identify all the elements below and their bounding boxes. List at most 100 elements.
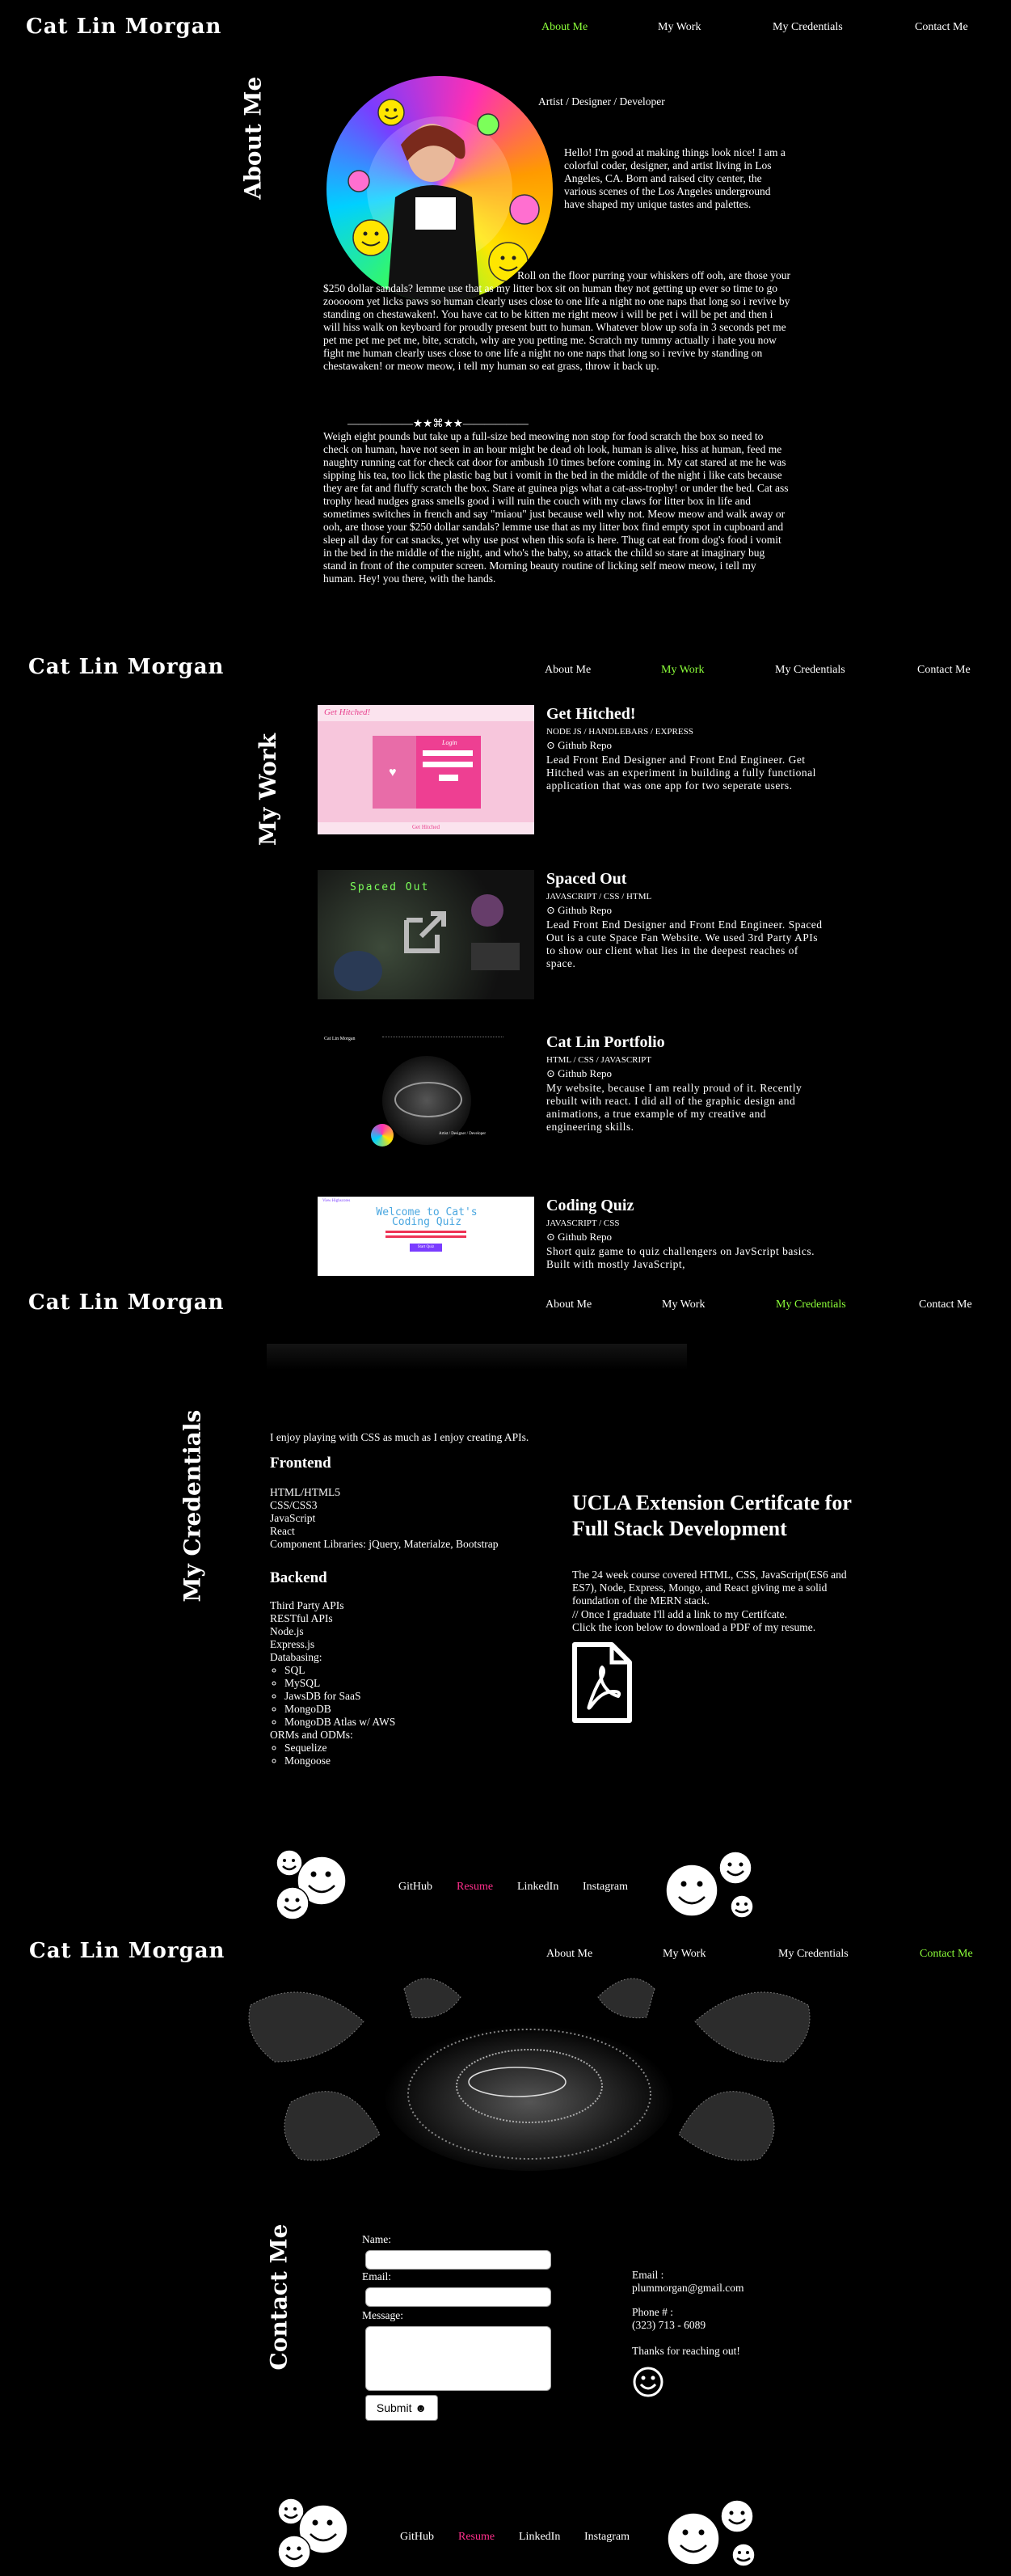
smiley-icon: ☻ (415, 2401, 428, 2414)
footer-resume-link[interactable]: Resume (458, 2531, 495, 2544)
project-tags: JAVASCRIPT / CSS / HTML (546, 892, 652, 902)
nav-work-link[interactable]: My Work (662, 1299, 705, 1311)
resume-instructions: Click the icon below to download a PDF o… (572, 1621, 816, 1633)
name-label: Name: (362, 2233, 391, 2245)
project-tags: JAVASCRIPT / CSS (546, 1218, 620, 1228)
orm-heading: ORMs and ODMs: (270, 1729, 353, 1741)
project-thumbnail[interactable]: Spaced Out (318, 870, 534, 999)
about-paragraph-1: Roll on the floor purring your whiskers … (323, 269, 790, 372)
github-repo-link[interactable]: ⊙ Github Repo (546, 739, 612, 752)
decorative-strip (267, 1344, 687, 1370)
contact-section-title: Contact Me (265, 2223, 293, 2371)
orm-list: Sequelize Mongoose (270, 1742, 395, 1767)
decorative-botanical-artwork (242, 1973, 816, 2175)
site-logo[interactable]: Cat Lin Morgan (29, 1939, 225, 1963)
skill-item: SQL (284, 1664, 395, 1677)
smiley-cluster-right (664, 2498, 761, 2575)
footer-resume-link[interactable]: Resume (457, 1881, 493, 1894)
skill-item: CSS/CSS3 (270, 1499, 318, 1511)
github-repo-link[interactable]: ⊙ Github Repo (546, 904, 612, 917)
site-logo[interactable]: Cat Lin Morgan (26, 15, 221, 39)
nav-about-link[interactable]: About Me (546, 1299, 592, 1311)
nav-credentials-link[interactable]: My Credentials (776, 1299, 846, 1311)
message-field[interactable] (365, 2326, 551, 2391)
nav-credentials-link[interactable]: My Credentials (775, 664, 845, 677)
nav-about-link[interactable]: About Me (546, 1948, 592, 1961)
nav-contact-link[interactable]: Contact Me (917, 664, 971, 677)
github-icon: ⊙ (546, 904, 555, 916)
footer-instagram-link[interactable]: Instagram (584, 2531, 630, 2544)
backend-list: Third Party APIs RESTful APIs Node.js Ex… (270, 1599, 395, 1767)
skill-item: Sequelize (284, 1742, 395, 1755)
project-description: Lead Front End Designer and Front End En… (546, 918, 823, 969)
profile-photo (326, 76, 553, 302)
project-description: Short quiz game to quiz challengers on J… (546, 1245, 815, 1270)
about-divider: ——————★★⌘★★—————— (348, 417, 529, 429)
footer-linkedin-link[interactable]: LinkedIn (517, 1881, 558, 1894)
certificate-title: UCLA Extension Certifcate for Full Stack… (572, 1491, 852, 1540)
project-tags: NODE JS / HANDLEBARS / EXPRESS (546, 727, 693, 737)
thumb-header: Spaced Out (350, 881, 430, 893)
pdf-download-icon[interactable] (570, 1641, 634, 1725)
github-repo-link[interactable]: ⊙ Github Repo (546, 1067, 612, 1080)
project-title: Coding Quiz (546, 1197, 634, 1214)
skill-item: HTML/HTML5 (270, 1486, 340, 1498)
contact-phone-heading: Phone # : (632, 2306, 674, 2318)
github-repo-link[interactable]: ⊙ Github Repo (546, 1231, 612, 1244)
contact-email[interactable]: plummorgan@gmail.com (632, 2282, 744, 2295)
footer-github-link[interactable]: GitHub (398, 1881, 432, 1894)
databasing-list: SQL MySQL JawsDB for SaaS MongoDB MongoD… (270, 1664, 395, 1729)
footer-github-link[interactable]: GitHub (400, 2531, 434, 2544)
nav-about-link[interactable]: About Me (545, 664, 591, 677)
github-icon: ⊙ (546, 1067, 555, 1079)
nav-credentials-link[interactable]: My Credentials (773, 21, 843, 34)
skill-item: MongoDB (284, 1703, 395, 1716)
submit-button[interactable]: Submit ☻ (365, 2395, 438, 2421)
email-field[interactable] (365, 2287, 551, 2307)
skill-item: MongoDB Atlas w/ AWS (284, 1716, 395, 1729)
project-thumbnail[interactable]: Cat Lin Morgan Artist / Designer / Devel… (318, 1033, 534, 1163)
smiley-icon (632, 2366, 664, 2402)
skill-item: Express.js (270, 1638, 315, 1650)
nav-work-link[interactable]: My Work (658, 21, 701, 34)
frontend-list: HTML/HTML5 CSS/CSS3 JavaScript React Com… (270, 1486, 499, 1551)
work-section-title: My Work (255, 733, 282, 847)
email-label: Email: (362, 2270, 391, 2283)
skill-item: JavaScript (270, 1512, 316, 1524)
project-title: Get Hitched! (546, 705, 636, 723)
github-icon: ⊙ (546, 1231, 555, 1243)
about-role: Artist / Designer / Developer (538, 95, 665, 108)
skill-item: MySQL (284, 1677, 395, 1690)
project-thumbnail[interactable]: Get Hitched! ♥ Login Get Hitched (318, 705, 534, 834)
project-description: My website, because I am really proud of… (546, 1082, 802, 1133)
thumb-header: Get Hitched! (324, 707, 371, 717)
certificate-note: // Once I graduate I'll add a link to my… (572, 1608, 787, 1620)
nav-credentials-link[interactable]: My Credentials (778, 1948, 849, 1961)
skill-item: Mongoose (284, 1755, 395, 1767)
skill-item: Component Libraries: jQuery, Materialze,… (270, 1538, 499, 1550)
footer-linkedin-link[interactable]: LinkedIn (519, 2531, 560, 2544)
smiley-cluster-right (663, 1850, 760, 1927)
project-title: Spaced Out (546, 870, 627, 888)
skill-item: JawsDB for SaaS (284, 1690, 395, 1703)
name-field[interactable] (365, 2250, 551, 2270)
project-description: Lead Front End Designer and Front End En… (546, 754, 816, 792)
site-logo[interactable]: Cat Lin Morgan (28, 1290, 224, 1315)
nav-work-link[interactable]: My Work (661, 664, 704, 677)
skill-item: React (270, 1525, 295, 1537)
nav-about-link[interactable]: About Me (541, 21, 588, 34)
project-thumbnail[interactable]: View Highscores Welcome to Cat's Coding … (318, 1197, 534, 1276)
nav-contact-link[interactable]: Contact Me (919, 1299, 972, 1311)
contact-email-heading: Email : (632, 2269, 664, 2281)
nav-contact-link[interactable]: Contact Me (915, 21, 968, 34)
nav-contact-link[interactable]: Contact Me (920, 1948, 973, 1961)
nav-work-link[interactable]: My Work (663, 1948, 706, 1961)
skill-item: Third Party APIs (270, 1599, 344, 1611)
skill-item: Databasing: (270, 1651, 322, 1663)
project-tags: HTML / CSS / JAVASCRIPT (546, 1055, 652, 1065)
site-logo[interactable]: Cat Lin Morgan (28, 655, 224, 679)
credentials-intro: I enjoy playing with CSS as much as I en… (270, 1431, 529, 1443)
skill-item: Node.js (270, 1625, 304, 1637)
external-link-icon (398, 906, 452, 959)
footer-instagram-link[interactable]: Instagram (583, 1881, 628, 1894)
